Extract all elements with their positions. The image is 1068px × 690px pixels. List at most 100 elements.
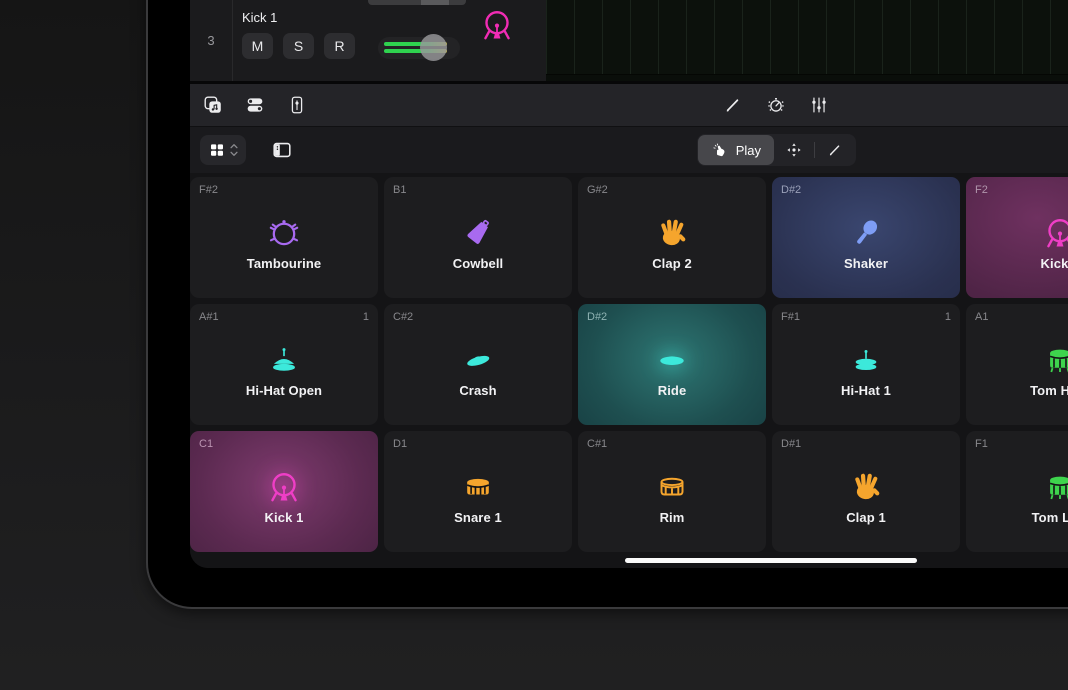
clap-icon xyxy=(654,215,690,251)
drum-pad[interactable]: D#2 Ride xyxy=(578,304,766,425)
timeline-grid[interactable] xyxy=(546,0,1068,81)
edit-mode-button[interactable] xyxy=(815,135,855,165)
pad-note-label: F#1 xyxy=(781,311,800,323)
pad-name-label: Snare 1 xyxy=(454,510,502,525)
plugins-icon xyxy=(244,94,266,116)
volume-slider[interactable] xyxy=(378,37,460,59)
play-mode-button[interactable]: Play xyxy=(698,135,774,165)
kick-icon xyxy=(1042,215,1068,251)
pad-name-label: Clap 2 xyxy=(652,256,692,271)
mute-button[interactable]: M xyxy=(242,33,273,59)
desktop-background: 3 Kick 1 M S R xyxy=(0,0,1068,690)
drum-pad[interactable]: C#2 Crash xyxy=(384,304,572,425)
drum-pad[interactable]: D#2 Shaker xyxy=(772,177,960,298)
pad-name-label: Kick 1 xyxy=(265,510,304,525)
pad-note-label: B1 xyxy=(393,184,406,196)
tom-icon xyxy=(1042,469,1068,505)
sidebar-icon xyxy=(270,139,294,161)
drum-pad[interactable]: C1 Kick 1 xyxy=(190,431,378,552)
edit-pencil-button[interactable] xyxy=(722,94,744,116)
drum-pad[interactable]: A1 Tom High xyxy=(966,304,1068,425)
pads-area: F#2 Tambourine B1 Cowbell G#2 Clap 2 D#2… xyxy=(190,173,1068,568)
move-mode-button[interactable] xyxy=(774,135,814,165)
pad-note-label: F1 xyxy=(975,438,988,450)
kick-drum-icon xyxy=(479,4,515,46)
hand-tap-icon xyxy=(711,142,728,159)
track-row[interactable]: 3 Kick 1 M S R xyxy=(190,0,1068,84)
record-enable-button[interactable]: R xyxy=(324,33,355,59)
pad-name-label: Rim xyxy=(660,510,685,525)
pencil-icon xyxy=(722,94,744,116)
pad-name-label: Tambourine xyxy=(247,256,321,271)
loop-browser-button[interactable] xyxy=(202,94,224,116)
pad-note-label: C#2 xyxy=(393,311,413,323)
drum-pad[interactable]: F1 Tom Low xyxy=(966,431,1068,552)
drum-pad[interactable]: D#1 Clap 1 xyxy=(772,431,960,552)
pad-name-label: Tom High xyxy=(1030,383,1068,398)
pad-name-label: Tom Low xyxy=(1032,510,1068,525)
drum-pad[interactable]: A#1 1 Hi-Hat Open xyxy=(190,304,378,425)
pad-name-label: Shaker xyxy=(844,256,888,271)
track-controls: M S R xyxy=(242,33,355,59)
pad-note-label: D1 xyxy=(393,438,407,450)
drum-pad[interactable]: D1 Snare 1 xyxy=(384,431,572,552)
chevron-up-down-icon xyxy=(229,141,239,159)
track-name: Kick 1 xyxy=(242,10,277,25)
pad-name-label: Ride xyxy=(658,383,687,398)
kick-icon xyxy=(266,469,302,505)
tom-icon xyxy=(1042,342,1068,378)
ipad-frame: 3 Kick 1 M S R xyxy=(146,0,1068,609)
drum-pad[interactable]: C#1 Rim xyxy=(578,431,766,552)
plugins-button[interactable] xyxy=(244,94,266,116)
pad-choke-group-badge: 1 xyxy=(945,311,951,323)
solo-button[interactable]: S xyxy=(283,33,314,59)
primary-toolbar xyxy=(190,84,1068,126)
play-mode-label: Play xyxy=(736,143,761,158)
volume-knob[interactable] xyxy=(420,34,447,61)
channel-strip-button[interactable] xyxy=(286,94,308,116)
rim-icon xyxy=(654,469,690,505)
mixer-icon xyxy=(808,94,830,116)
pad-grid: F#2 Tambourine B1 Cowbell G#2 Clap 2 D#2… xyxy=(190,177,1068,552)
track-number: 3 xyxy=(190,0,233,81)
ride-icon xyxy=(654,342,690,378)
pad-note-label: G#2 xyxy=(587,184,608,196)
drum-pad[interactable]: F2 Kick 2 xyxy=(966,177,1068,298)
pad-choke-group-badge: 1 xyxy=(363,311,369,323)
shaker-icon xyxy=(848,215,884,251)
tambourine-icon xyxy=(266,215,302,251)
pad-name-label: Cowbell xyxy=(453,256,504,271)
pad-note-label: C1 xyxy=(199,438,213,450)
snare-icon xyxy=(460,469,496,505)
pad-note-label: A#1 xyxy=(199,311,219,323)
pad-name-label: Hi-Hat Open xyxy=(246,383,322,398)
pad-name-label: Hi-Hat 1 xyxy=(841,383,891,398)
pad-note-label: C#1 xyxy=(587,438,607,450)
view-selector-button[interactable] xyxy=(200,135,246,165)
drum-pad[interactable]: G#2 Clap 2 xyxy=(578,177,766,298)
channel-strip-icon xyxy=(286,94,308,116)
drum-pad[interactable]: F#1 1 Hi-Hat 1 xyxy=(772,304,960,425)
hihat-closed-icon xyxy=(848,342,884,378)
pad-note-label: F2 xyxy=(975,184,988,196)
browser-toggle-button[interactable] xyxy=(264,138,300,162)
mixer-button[interactable] xyxy=(808,94,830,116)
move-arrows-icon xyxy=(785,141,803,159)
crash-icon xyxy=(460,342,496,378)
pad-note-label: D#1 xyxy=(781,438,801,450)
pad-note-label: D#2 xyxy=(781,184,801,196)
count-in-icon xyxy=(765,94,787,116)
pad-note-label: D#2 xyxy=(587,311,607,323)
grid-view-icon xyxy=(208,141,226,159)
pad-name-label: Clap 1 xyxy=(846,510,886,525)
cowbell-icon xyxy=(460,215,496,251)
pad-name-label: Crash xyxy=(459,383,496,398)
hihat-open-icon xyxy=(266,342,302,378)
drum-pad[interactable]: B1 Cowbell xyxy=(384,177,572,298)
count-in-button[interactable] xyxy=(765,94,787,116)
drum-pad[interactable]: F#2 Tambourine xyxy=(190,177,378,298)
pencil-icon xyxy=(826,141,844,159)
pad-mode-segmented-control: Play xyxy=(697,134,856,166)
loop-browser-icon xyxy=(202,94,224,116)
horizontal-scrollbar[interactable] xyxy=(625,558,917,563)
